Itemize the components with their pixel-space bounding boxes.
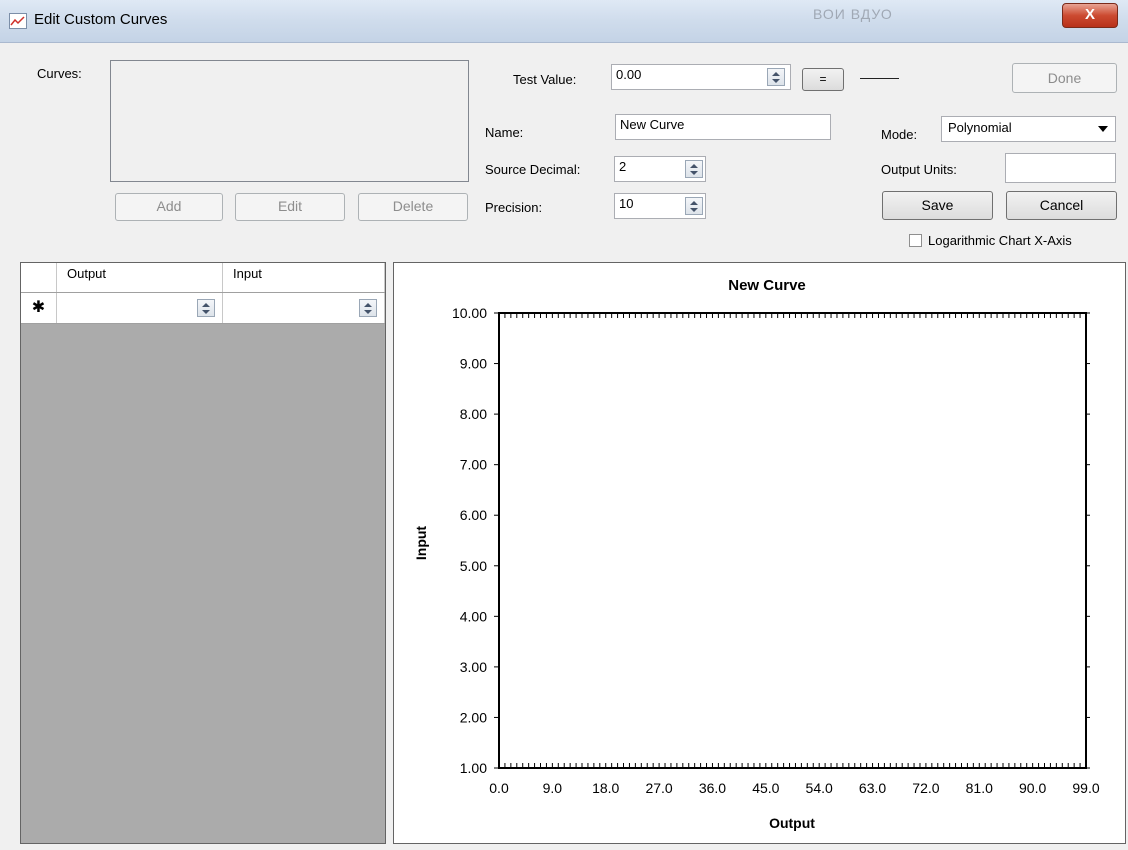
curve-chart: New Curve 10.00 9.00 8.00 7.00 6.00 5.00 4.00 3… (393, 262, 1126, 844)
y-tick-label: 3.00 (460, 659, 487, 675)
x-tick-label: 36.0 (699, 780, 726, 796)
save-button[interactable]: Save (882, 191, 993, 220)
x-tick-label: 99.0 (1072, 780, 1099, 796)
y-tick-label: 9.00 (460, 356, 487, 372)
window-title: Edit Custom Curves (34, 11, 168, 28)
x-tick-label: 81.0 (966, 780, 993, 796)
chart-title: New Curve (728, 277, 806, 294)
y-tick-label: 6.00 (460, 507, 487, 523)
edit-button[interactable]: Edit (235, 193, 345, 221)
test-result: ——— (860, 70, 899, 85)
x-tick-label: 0.0 (489, 780, 509, 796)
input-cell-spinner-icon[interactable] (359, 299, 377, 317)
output-units-label: Output Units: (881, 162, 957, 177)
y-tick-label: 4.00 (460, 608, 487, 624)
points-grid[interactable]: Output Input ✱ (20, 262, 386, 844)
mode-select[interactable]: Polynomial (941, 116, 1116, 142)
name-label: Name: (485, 125, 524, 140)
test-value-text: 0.00 (616, 67, 642, 82)
column-header-output[interactable]: Output (57, 263, 223, 292)
precision-spinner-icon[interactable] (685, 197, 703, 215)
y-tick-label: 5.00 (460, 558, 487, 574)
x-tick-label: 18.0 (592, 780, 619, 796)
x-axis-label: Output (769, 815, 815, 831)
y-tick-label: 10.00 (452, 305, 487, 321)
new-row-asterisk-icon: ✱ (21, 293, 57, 323)
x-tick-label: 27.0 (645, 780, 672, 796)
mode-label: Mode: (881, 127, 918, 142)
precision-label: Precision: (485, 200, 543, 215)
blurred-title-text: ВОИ ВДУО (813, 6, 893, 22)
source-decimal-spinner-icon[interactable] (685, 160, 703, 178)
y-axis-label: Input (413, 526, 429, 561)
grid-header: Output Input (21, 263, 385, 293)
delete-button[interactable]: Delete (358, 193, 468, 221)
output-units-input[interactable] (1005, 153, 1116, 183)
input-cell[interactable] (223, 293, 385, 323)
cancel-button[interactable]: Cancel (1006, 191, 1117, 220)
source-decimal-label: Source Decimal: (485, 162, 581, 177)
x-tick-label: 72.0 (912, 780, 939, 796)
curves-label: Curves: (37, 66, 82, 81)
y-tick-label: 7.00 (460, 457, 487, 473)
log-x-axis-checkbox[interactable] (909, 234, 922, 247)
new-row[interactable]: ✱ (21, 293, 385, 324)
row-header-corner (21, 263, 57, 292)
x-tick-label: 54.0 (806, 780, 833, 796)
output-cell-spinner-icon[interactable] (197, 299, 215, 317)
done-button[interactable]: Done (1012, 63, 1117, 93)
y-tick-label: 2.00 (460, 709, 487, 725)
test-value-input[interactable]: 0.00 (611, 64, 791, 90)
x-tick-label: 90.0 (1019, 780, 1046, 796)
equals-button[interactable]: = (802, 68, 844, 91)
chart-app-icon (9, 13, 27, 29)
test-value-label: Test Value: (513, 72, 577, 87)
x-tick-label: 45.0 (752, 780, 779, 796)
add-button[interactable]: Add (115, 193, 223, 221)
chart-svg: New Curve 10.00 9.00 8.00 7.00 6.00 5.00 4.00 3… (413, 277, 1100, 831)
source-decimal-text: 2 (619, 159, 627, 174)
close-button[interactable]: X (1062, 3, 1118, 28)
x-tick-label: 9.0 (543, 780, 563, 796)
y-tick-label: 8.00 (460, 406, 487, 422)
test-value-spinner-icon[interactable] (767, 68, 785, 86)
log-x-axis-label: Logarithmic Chart X-Axis (928, 233, 1072, 248)
y-tick-labels: 10.00 9.00 8.00 7.00 6.00 5.00 4.00 3.00 2.00 1.0… (452, 305, 487, 776)
column-header-input[interactable]: Input (223, 263, 385, 292)
precision-text: 10 (619, 196, 634, 211)
title-bar: Edit Custom Curves ВОИ ВДУО X (0, 0, 1128, 43)
y-tick-label: 1.00 (460, 760, 487, 776)
plot-area (498, 312, 1087, 769)
mode-selected-text: Polynomial (948, 120, 1012, 135)
name-input-text: New Curve (620, 117, 685, 132)
x-tick-labels: 0.0 9.0 18.0 27.0 36.0 45.0 54.0 63.0 72.0 81.0 90… (489, 780, 1100, 796)
curves-listbox[interactable] (110, 60, 469, 182)
name-input[interactable]: New Curve (615, 114, 831, 140)
output-cell[interactable] (57, 293, 223, 323)
chevron-down-icon (1098, 126, 1108, 132)
x-tick-label: 63.0 (859, 780, 886, 796)
